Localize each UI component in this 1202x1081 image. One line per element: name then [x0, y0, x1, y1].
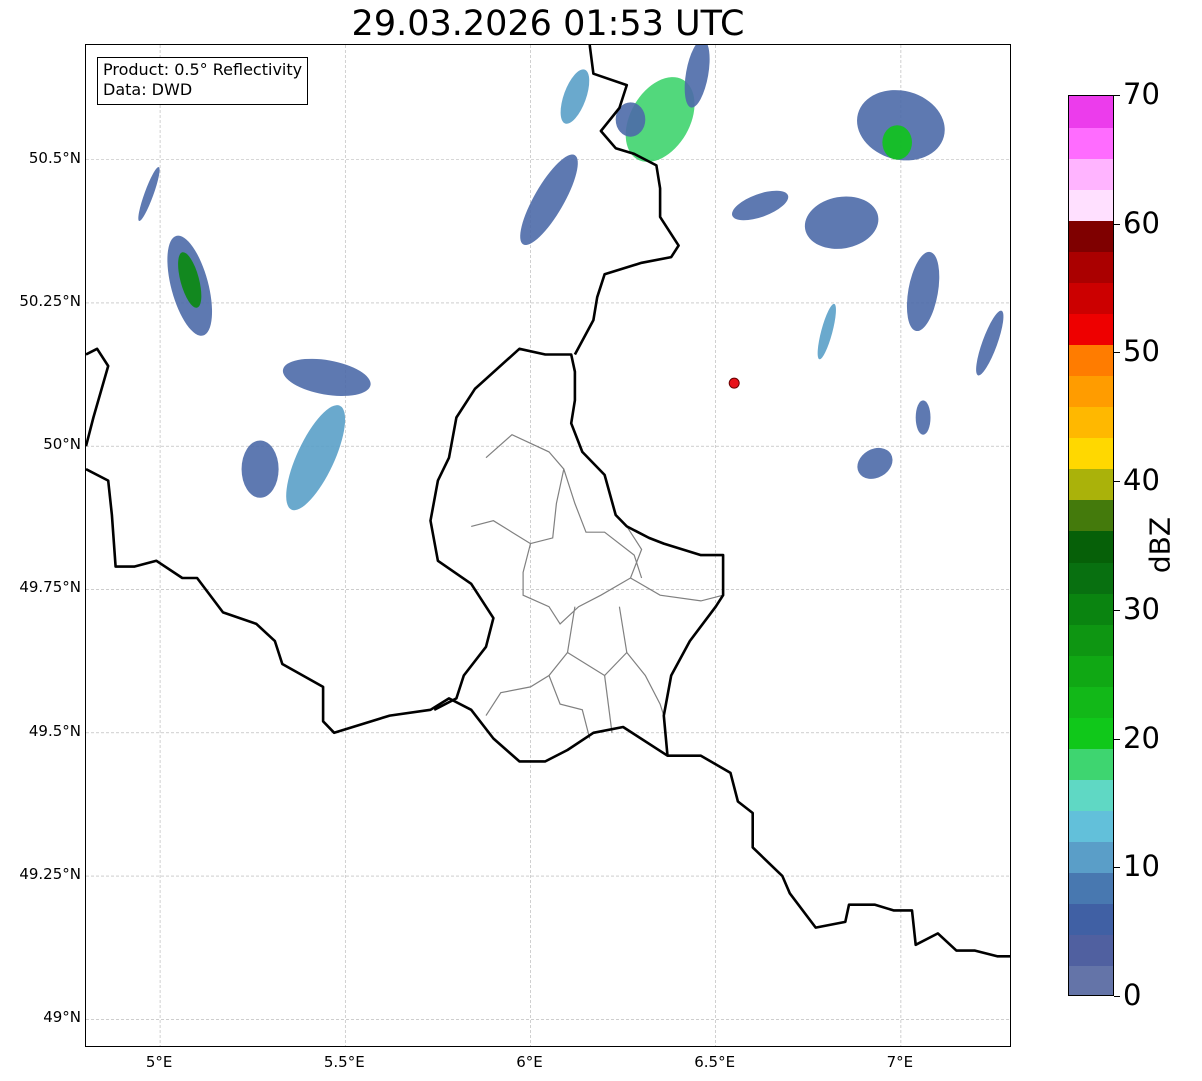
map-title: 29.03.2026 01:53 UTC: [351, 4, 745, 44]
info-box: Product: 0.5° Reflectivity Data: DWD: [97, 57, 309, 105]
colorbar-tick-label: 30: [1123, 591, 1160, 626]
colorbar-segment: [1069, 406, 1113, 439]
colorbar-segment: [1069, 220, 1113, 252]
radar-site-marker: [728, 377, 740, 389]
lon-tick-label: 6°E: [516, 1053, 543, 1071]
colorbar-segment: [1069, 841, 1113, 874]
colorbar-tick-label: 40: [1123, 463, 1160, 498]
colorbar-segment: [1069, 499, 1113, 532]
colorbar-segment: [1069, 779, 1113, 812]
radar-echo: [732, 190, 789, 221]
region-border: [548, 675, 591, 739]
national-border: [429, 347, 725, 756]
colorbar-segment: [1069, 810, 1113, 843]
colorbar-tick-label: 50: [1123, 334, 1160, 369]
lat-tick-label: 50.25°N: [19, 291, 81, 310]
colorbar-tick-label: 0: [1123, 978, 1142, 1012]
lat-tick-label: 49.75°N: [19, 578, 81, 597]
national-border: [86, 467, 1010, 958]
lat-tick-label: 49°N: [43, 1008, 81, 1027]
colorbar-segment: [1069, 903, 1113, 936]
colorbar-segment: [1069, 127, 1113, 159]
region-border: [563, 468, 643, 579]
radar-echo: [882, 125, 912, 160]
radar-echo: [282, 358, 371, 397]
region-border: [604, 675, 613, 733]
colorbar-segment: [1069, 468, 1113, 501]
colorbar-tick-mark: [1114, 481, 1120, 483]
lat-tick-label: 50°N: [43, 435, 81, 454]
region-border: [471, 520, 643, 625]
colorbar-segment: [1069, 934, 1113, 967]
colorbar-segment: [1069, 686, 1113, 718]
colorbar-segment: [1069, 375, 1113, 408]
colorbar-segment: [1069, 313, 1113, 346]
national-border: [86, 347, 110, 447]
product-label: Product: 0.5° Reflectivity: [103, 60, 303, 79]
lon-tick-label: 5°E: [145, 1053, 173, 1071]
colorbar: [1068, 95, 1114, 996]
colorbar-tick-mark: [1114, 738, 1120, 740]
colorbar-segment: [1069, 624, 1113, 656]
colorbar-segment: [1069, 344, 1113, 377]
radar-echo: [817, 303, 836, 360]
colorbar-tick-mark: [1114, 609, 1120, 611]
colorbar-tick-label: 70: [1123, 77, 1160, 111]
colorbar-segment: [1069, 251, 1113, 283]
colorbar-tick-mark: [1114, 867, 1120, 869]
radar-echo: [286, 405, 346, 511]
region-border: [618, 606, 665, 716]
radar-echo: [976, 310, 1004, 376]
colorbar-segment: [1069, 96, 1113, 128]
colorbar-segment: [1069, 965, 1113, 995]
colorbar-tick-label: 10: [1123, 849, 1160, 884]
radar-map[interactable]: [85, 44, 1011, 1047]
colorbar-segment: [1069, 282, 1113, 314]
radar-echo: [520, 154, 578, 246]
radar-echo: [857, 447, 893, 479]
region-border: [485, 433, 565, 545]
colorbar-unit-label: dBZ: [1143, 516, 1177, 574]
radar-echo: [915, 400, 931, 435]
radar-echo: [241, 440, 279, 498]
region-border: [567, 651, 628, 677]
colorbar-segment: [1069, 530, 1113, 563]
radar-echo: [138, 167, 160, 221]
colorbar-tick-label: 20: [1123, 720, 1160, 755]
map-canvas: [86, 45, 1010, 1046]
lon-tick-label: 6.5°E: [694, 1053, 736, 1071]
lat-tick-label: 49.25°N: [19, 865, 81, 884]
radar-echo: [906, 251, 940, 332]
colorbar-segment: [1069, 872, 1113, 905]
colorbar-segment: [1069, 562, 1113, 594]
colorbar-segment: [1069, 158, 1113, 190]
colorbar-segment: [1069, 189, 1113, 221]
colorbar-segment: [1069, 437, 1113, 470]
colorbar-tick-mark: [1114, 95, 1120, 96]
colorbar-tick-mark: [1114, 223, 1120, 225]
data-source-label: Data: DWD: [103, 80, 193, 99]
colorbar-segment: [1069, 748, 1113, 780]
lat-tick-label: 49.5°N: [28, 721, 81, 740]
lat-tick-label: 50.5°N: [28, 148, 81, 167]
colorbar-tick-mark: [1114, 996, 1120, 997]
colorbar-tick-mark: [1114, 352, 1120, 354]
lon-tick-label: 7°E: [886, 1053, 914, 1071]
colorbar-segment: [1069, 655, 1113, 687]
radar-echo: [804, 196, 879, 249]
colorbar-segment: [1069, 593, 1113, 625]
colorbar-tick-label: 60: [1123, 205, 1160, 240]
radar-echo: [560, 69, 590, 124]
colorbar-segment: [1069, 717, 1113, 749]
lon-tick-label: 5.5°E: [323, 1053, 365, 1071]
